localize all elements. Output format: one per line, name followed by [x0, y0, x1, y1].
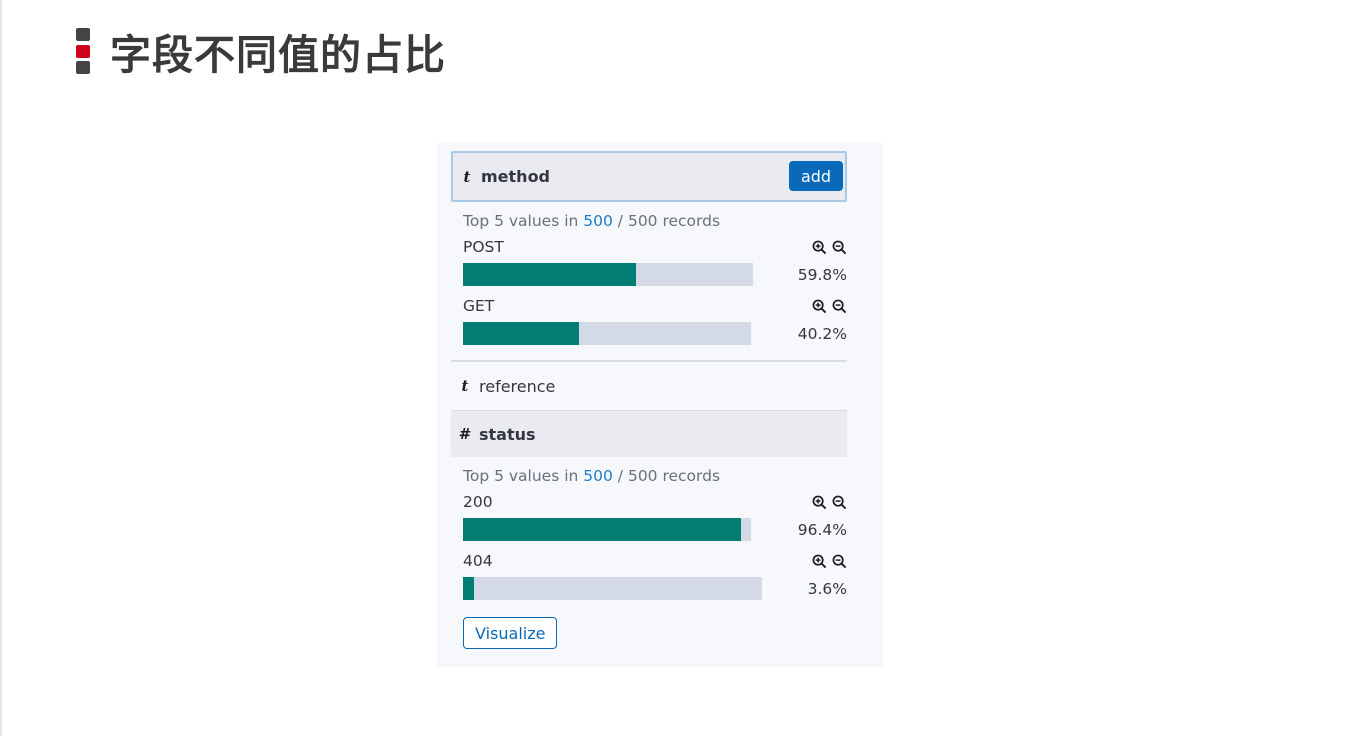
string-type-icon: t	[461, 377, 469, 395]
value-bar-track	[463, 518, 751, 541]
value-row-post: POST 59.8%	[463, 238, 847, 297]
magnifier-plus-icon[interactable]	[812, 240, 827, 255]
field-header-reference[interactable]: t reference	[451, 361, 847, 410]
value-bar-fill	[463, 577, 474, 600]
magnifier-plus-icon[interactable]	[812, 554, 827, 569]
value-percent: 59.8%	[797, 266, 847, 284]
magnifier-minus-icon[interactable]	[832, 240, 847, 255]
records-count-link[interactable]: 500	[583, 467, 613, 485]
value-row-200: 200 96.4%	[463, 493, 847, 552]
value-percent: 96.4%	[797, 521, 847, 539]
value-label: POST	[463, 238, 504, 256]
magnifier-minus-icon[interactable]	[832, 554, 847, 569]
add-field-button[interactable]: add	[789, 161, 843, 191]
field-details-method: Top 5 values in 500 / 500 records POST 5…	[451, 202, 847, 361]
value-bar-fill	[463, 263, 637, 286]
field-name-reference: reference	[479, 376, 556, 396]
left-border	[0, 0, 2, 736]
value-label: GET	[463, 297, 495, 315]
field-name-status: status	[479, 424, 536, 444]
value-bar-track	[463, 322, 751, 345]
top-values-summary: Top 5 values in 500 / 500 records	[463, 212, 721, 230]
magnifier-minus-icon[interactable]	[832, 299, 847, 314]
page-title: 字段不同值的占比	[110, 31, 446, 79]
value-bar-fill	[463, 322, 579, 345]
visualize-button[interactable]: Visualize	[463, 617, 558, 649]
magnifier-plus-icon[interactable]	[812, 299, 827, 314]
field-header-method[interactable]: t method add	[451, 151, 847, 202]
records-count-link[interactable]: 500	[583, 212, 613, 230]
field-name-method: method	[481, 167, 551, 186]
magnifier-plus-icon[interactable]	[812, 495, 827, 510]
title-marker-icon	[76, 28, 90, 74]
value-percent: 40.2%	[797, 325, 847, 343]
magnifier-minus-icon[interactable]	[832, 495, 847, 510]
number-type-icon: #	[458, 425, 472, 443]
top-values-summary: Top 5 values in 500 / 500 records	[463, 467, 721, 485]
value-bar-track	[463, 263, 753, 286]
value-bar-track	[463, 577, 762, 600]
string-type-icon: t	[463, 167, 471, 186]
field-details-status: Top 5 values in 500 / 500 records 200 96…	[451, 457, 847, 659]
value-label: 404	[463, 552, 493, 570]
value-bar-fill	[463, 518, 741, 541]
value-percent: 3.6%	[807, 580, 847, 598]
value-label: 200	[463, 493, 493, 511]
value-row-get: GET 40.2%	[463, 297, 847, 356]
field-details-panel: t method add Top 5 values in 500 / 500 r…	[437, 143, 883, 667]
slide-title: 字段不同值的占比	[76, 26, 446, 79]
field-header-status[interactable]: # status	[451, 410, 847, 457]
value-row-404: 404 3.6%	[463, 552, 847, 611]
